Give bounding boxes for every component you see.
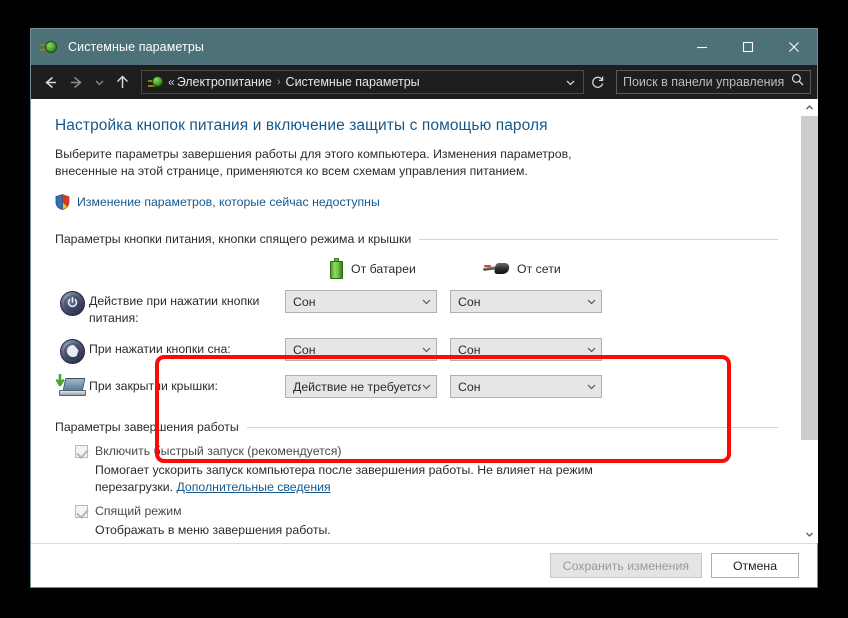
search-input[interactable]: Поиск в панели управления [616,70,811,94]
battery-icon [330,258,343,279]
chevron-down-icon [421,296,432,307]
description-fast-startup: Помогает ускорить запуск компьютера посл… [95,462,625,496]
setting-label-lid-close: При закрытии крышки: [89,375,285,395]
checkbox-sleep-mode[interactable] [75,505,88,518]
dialog-button-bar: Сохранить изменения Отмена [31,543,817,587]
checkbox-row-fast-startup[interactable]: Включить быстрый запуск (рекомендуется) [75,443,778,459]
lid-close-battery-value: Действие не требуется [293,380,421,394]
page-title: Настройка кнопок питания и включение защ… [55,117,778,135]
power-button-icon [55,290,89,316]
power-button-battery-value: Сон [293,295,421,309]
column-header-plugged-in-label: От сети [517,262,561,276]
breadcrumb-overflow[interactable]: « [168,75,175,89]
power-buttons-group: Параметры кнопки питания, кнопки спящего… [55,232,778,400]
description-sleep-mode: Отображать в меню завершения работы. [95,522,625,539]
column-header-battery: От батареи [330,258,483,279]
lid-close-battery-select[interactable]: Действие не требуется [285,375,437,398]
breadcrumb-separator-icon: › [277,76,281,88]
checkbox-row-sleep-mode[interactable]: Спящий режим [75,503,778,519]
checkbox-label-fast-startup: Включить быстрый запуск (рекомендуется) [95,443,342,459]
search-icon[interactable] [791,73,804,91]
power-button-battery-select[interactable]: Сон [285,290,437,313]
setting-row-power-button: Действие при нажатии кнопки питания: Сон… [55,290,778,327]
sleep-button-battery-value: Сон [293,343,421,357]
power-buttons-group-heading-text: Параметры кнопки питания, кнопки спящего… [55,232,411,246]
scrollbar-thumb[interactable] [801,116,818,440]
scroll-down-chevron-down-icon[interactable] [801,526,818,543]
shutdown-group-heading-text: Параметры завершения работы [55,420,239,434]
chevron-down-icon [586,381,597,392]
back-arrow-icon[interactable] [37,69,63,95]
column-header-plugged-in: От сети [483,262,561,276]
chevron-down-icon [586,296,597,307]
recent-locations-chevron-down-icon[interactable] [89,69,109,95]
shutdown-settings-group: Параметры завершения работы Включить быс… [55,420,778,543]
forward-arrow-icon[interactable] [63,69,89,95]
change-unavailable-settings-row[interactable]: Изменение параметров, которые сейчас нед… [55,194,778,210]
breadcrumb-item-system-settings[interactable]: Системные параметры [286,75,420,89]
group-divider [419,239,778,240]
breadcrumb-item-power-options[interactable]: Электропитание [177,75,272,89]
chevron-down-icon [421,381,432,392]
minimize-icon[interactable] [679,29,725,65]
laptop-lid-icon [55,375,89,400]
shutdown-group-heading: Параметры завершения работы [55,420,778,434]
system-settings-window: Системные параметры [30,28,818,588]
title-bar: Системные параметры [31,29,817,65]
sleep-moon-icon [55,338,89,364]
vertical-scrollbar[interactable] [800,99,817,543]
page-description: Выберите параметры завершения работы для… [55,146,630,180]
address-bar[interactable]: « Электропитание › Системные параметры [141,70,584,94]
checkbox-label-sleep-mode: Спящий режим [95,503,182,519]
description-fast-startup-text: Помогает ускорить запуск компьютера посл… [95,463,593,494]
cancel-button[interactable]: Отмена [711,553,799,578]
sleep-button-plugged-value: Сон [458,343,586,357]
power-button-plugged-value: Сон [458,295,586,309]
setting-row-lid-close: При закрытии крышки: Действие не требует… [55,375,778,400]
sleep-button-battery-select[interactable]: Сон [285,338,437,361]
up-arrow-icon[interactable] [109,69,135,95]
search-placeholder: Поиск в панели управления [623,75,791,89]
checkbox-fast-startup[interactable] [75,445,88,458]
content-area: Настройка кнопок питания и включение защ… [31,99,817,543]
setting-row-sleep-button: При нажатии кнопки сна: Сон Сон [55,338,778,364]
power-plug-icon [40,38,58,56]
address-toolbar: « Электропитание › Системные параметры П… [31,65,817,99]
chevron-down-icon [421,344,432,355]
scroll-up-chevron-up-icon[interactable] [801,99,818,116]
change-unavailable-settings-link[interactable]: Изменение параметров, которые сейчас нед… [77,195,380,209]
group-divider [247,427,778,428]
save-changes-button[interactable]: Сохранить изменения [550,553,702,578]
power-buttons-group-heading: Параметры кнопки питания, кнопки спящего… [55,232,778,246]
more-info-link[interactable]: Дополнительные сведения [176,480,330,494]
maximize-icon[interactable] [725,29,771,65]
uac-shield-icon [55,194,70,210]
setting-label-power-button: Действие при нажатии кнопки питания: [89,290,285,327]
window-title: Системные параметры [68,40,204,54]
column-header-battery-label: От батареи [351,262,416,276]
address-chevron-down-icon[interactable] [561,77,579,88]
settings-page: Настройка кнопок питания и включение защ… [31,99,800,543]
power-button-plugged-select[interactable]: Сон [450,290,602,313]
scrollbar-track[interactable] [801,116,818,526]
power-plug-icon [483,262,509,276]
setting-label-sleep-button: При нажатии кнопки сна: [89,338,285,358]
refresh-icon[interactable] [586,70,610,94]
lid-close-plugged-select[interactable]: Сон [450,375,602,398]
chevron-down-icon [586,344,597,355]
lid-close-plugged-value: Сон [458,380,586,394]
power-plug-icon [148,74,164,90]
close-icon[interactable] [771,29,817,65]
column-headers: От батареи От сети [55,258,778,279]
sleep-button-plugged-select[interactable]: Сон [450,338,602,361]
